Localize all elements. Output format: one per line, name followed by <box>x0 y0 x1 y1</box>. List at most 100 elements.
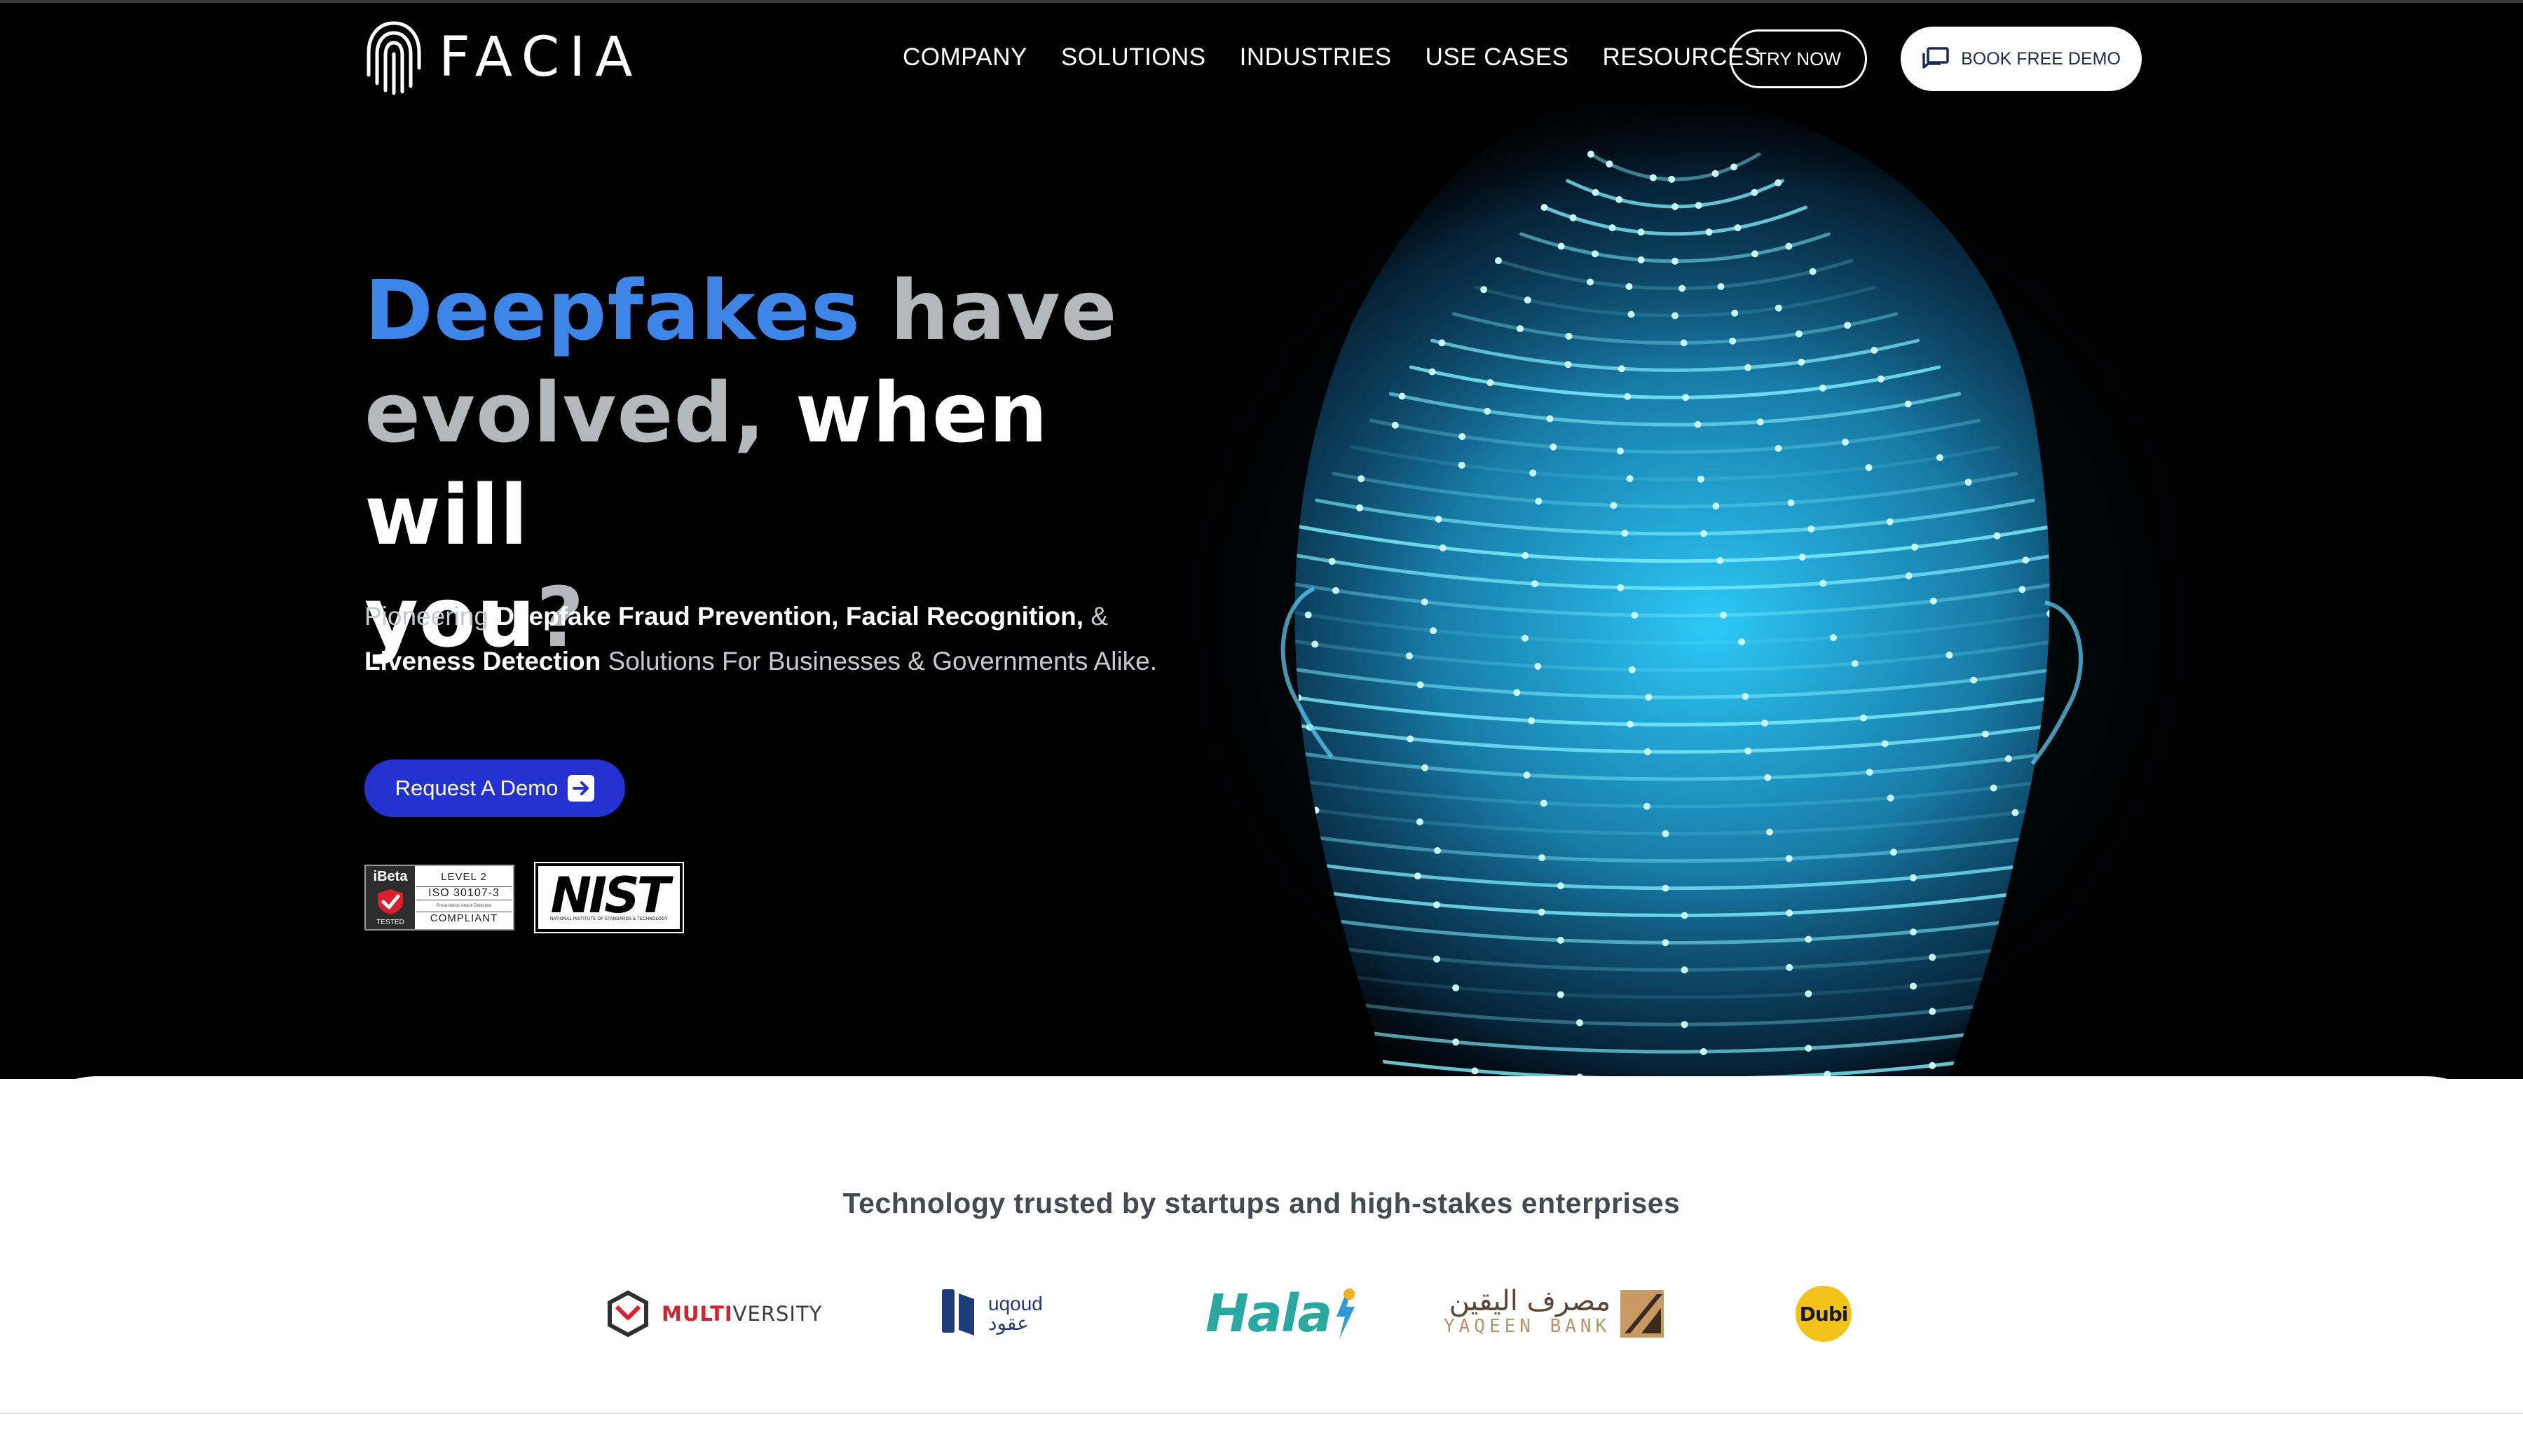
data-dot <box>1929 1008 1936 1015</box>
data-dot <box>1851 660 1859 668</box>
data-dot <box>1328 1051 1336 1059</box>
data-dot <box>1416 681 1424 689</box>
data-dot <box>1866 769 1873 776</box>
data-dot <box>1910 928 1917 936</box>
data-dot <box>1712 502 1720 510</box>
data-dot <box>1433 901 1440 909</box>
data-dot <box>1785 242 1793 250</box>
data-dot <box>1705 228 1713 236</box>
data-dot <box>1775 179 1782 186</box>
data-dot <box>1662 939 1669 947</box>
data-dot <box>1535 497 1543 505</box>
uqoud-ar: عقود <box>988 1312 1029 1334</box>
ibeta-certification-badge: iBeta TESTED LEVEL 2 ISO 30107-3 Present… <box>364 865 514 930</box>
data-dot <box>1775 444 1782 452</box>
trusted-section <box>0 1076 2523 1414</box>
data-dot <box>1486 379 1494 387</box>
data-dot <box>1798 358 1805 366</box>
data-dot <box>1904 400 1912 408</box>
data-dot <box>1627 310 1635 318</box>
data-dot <box>1637 256 1645 263</box>
request-demo-button[interactable]: Request A Demo <box>364 760 625 817</box>
data-dot <box>1764 774 1772 781</box>
data-dot <box>1700 530 1707 537</box>
data-dot <box>1522 551 1529 559</box>
data-dot <box>1433 955 1440 963</box>
multiversity-mark-icon <box>608 1290 648 1338</box>
data-dot <box>1224 982 1231 989</box>
data-dot <box>1756 418 1764 426</box>
data-dot <box>1405 652 1413 660</box>
data-dot <box>1662 884 1669 892</box>
data-dot <box>1546 415 1554 423</box>
data-dot <box>1662 830 1669 837</box>
data-dot <box>1587 278 1594 286</box>
uqoud-mark-icon <box>942 1289 974 1335</box>
data-dot <box>1452 984 1460 991</box>
data-dot <box>1751 188 1758 196</box>
brand-logo[interactable]: FACIA <box>364 17 643 98</box>
data-dot <box>1993 532 2001 540</box>
ibeta-level: LEVEL 2 <box>441 870 487 883</box>
data-dot <box>1744 364 1751 371</box>
data-dot <box>1591 250 1599 258</box>
request-demo-label: Request A Demo <box>395 776 559 800</box>
dubi-badge: Dubi <box>1796 1286 1852 1342</box>
data-dot <box>1830 634 1837 641</box>
data-dot <box>1886 518 1894 526</box>
data-dot <box>1765 828 1773 836</box>
data-dot <box>1421 598 1428 606</box>
nav-item-company[interactable]: COMPANY <box>903 36 1027 78</box>
data-dot <box>1842 439 1849 446</box>
top-border <box>0 0 2523 3</box>
data-dot <box>1716 557 1724 564</box>
multiversity-red: MULTI <box>662 1302 733 1326</box>
data-dot <box>1700 1048 1707 1055</box>
data-dot <box>1738 638 1746 646</box>
ibeta-tested: TESTED <box>376 919 404 926</box>
data-dot <box>1328 558 1336 565</box>
yaqeen-en: YAQEEN BANK <box>1444 1316 1611 1337</box>
data-dot <box>1480 286 1488 294</box>
book-free-demo-button[interactable]: BOOK FREE DEMO <box>1901 27 2142 91</box>
sub-bold-1: Deepfake Fraud Prevention, Facial Recogn… <box>495 602 1084 631</box>
data-dot <box>1795 330 1803 338</box>
nav-item-solutions[interactable]: SOLUTIONS <box>1061 36 1206 78</box>
data-dot <box>1889 849 1897 856</box>
data-dot <box>1618 365 1625 373</box>
data-dot <box>1877 375 1885 383</box>
data-dot <box>1592 188 1599 196</box>
data-dot <box>1809 268 1817 275</box>
nav-item-industries[interactable]: INDUSTRIES <box>1240 36 1392 78</box>
data-dot <box>1621 529 1629 537</box>
data-dot <box>1521 634 1529 642</box>
data-dot <box>1391 421 1399 429</box>
data-dot <box>1557 991 1564 998</box>
data-dot <box>1786 909 1793 917</box>
data-dot <box>1990 784 1997 792</box>
data-dot <box>1631 612 1639 619</box>
ibeta-detail: Presentation Attack Detection <box>436 904 492 909</box>
client-logo-dubi: Dubi <box>1796 1275 1852 1352</box>
data-dot <box>1905 572 1913 579</box>
hero-section: FACIA COMPANY SOLUTIONS INDUSTRIES USE C… <box>0 0 2523 1079</box>
data-dot <box>1628 666 1636 673</box>
data-dot <box>1981 730 1989 738</box>
ibeta-standard: ISO 30107-3 <box>416 886 512 900</box>
data-dot <box>1970 676 1978 684</box>
data-dot <box>1524 296 1531 304</box>
ibeta-brand-panel: iBeta TESTED <box>366 866 415 929</box>
data-dot <box>1608 224 1616 232</box>
data-dot <box>1805 935 1812 943</box>
data-dot <box>1805 1045 1812 1052</box>
data-dot <box>1513 689 1521 696</box>
data-dot <box>1668 175 1676 183</box>
client-logo-multiversity: MULTIVERSITY <box>607 1275 822 1352</box>
data-dot <box>1844 322 1852 329</box>
try-now-button[interactable]: TRY NOW <box>1730 29 1867 88</box>
data-dot <box>1761 720 1768 727</box>
headline-part-evolved: evolved, <box>364 364 766 461</box>
nav-item-use-cases[interactable]: USE CASES <box>1425 36 1569 78</box>
data-dot <box>1695 202 1702 210</box>
data-dot <box>1929 1062 1936 1069</box>
